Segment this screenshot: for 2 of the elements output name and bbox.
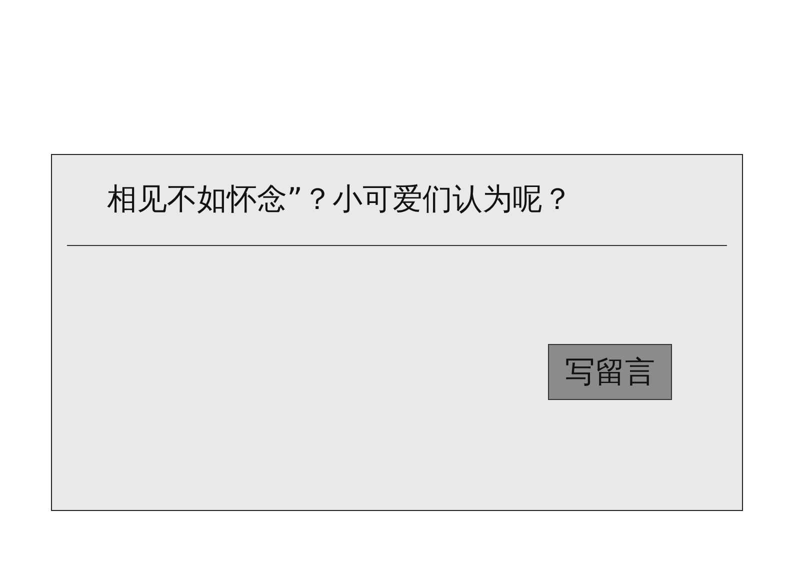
- dialog-message: 相见不如怀念”？小可爱们认为呢？: [106, 181, 574, 219]
- write-comment-button[interactable]: 写留言: [548, 344, 672, 400]
